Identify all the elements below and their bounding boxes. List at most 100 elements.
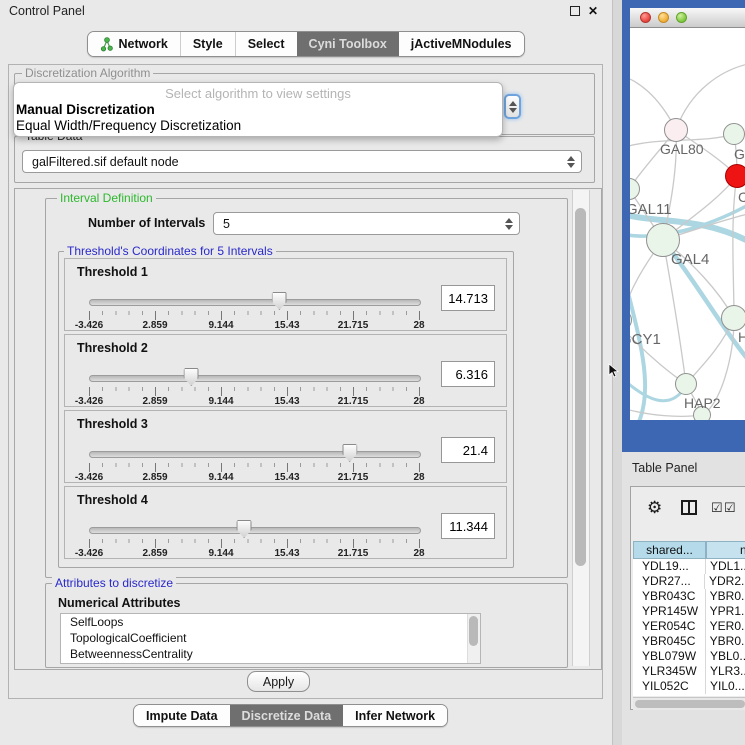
- slider-track[interactable]: [89, 451, 421, 458]
- float-window-icon[interactable]: [570, 6, 580, 16]
- column-header-name[interactable]: na: [706, 541, 745, 559]
- slider-ticks: [89, 387, 419, 396]
- tab-impute-data[interactable]: Impute Data: [134, 705, 230, 726]
- slider-thumb[interactable]: [272, 292, 287, 310]
- close-icon[interactable]: ✕: [588, 5, 598, 17]
- tab-jactivemnodules[interactable]: jActiveMNodules: [399, 32, 524, 56]
- discretization-algorithm-group-title: Discretization Algorithm: [22, 66, 153, 80]
- node-right-mid[interactable]: [721, 305, 745, 331]
- mac-close-button[interactable]: [640, 12, 651, 23]
- attributes-group-title: Attributes to discretize: [52, 576, 176, 590]
- slider-thumb[interactable]: [184, 368, 199, 386]
- tab-network[interactable]: Network: [88, 32, 179, 56]
- gear-icon[interactable]: ⚙: [647, 498, 662, 518]
- threshold-2-value-field[interactable]: [441, 361, 495, 387]
- threshold-2-slider[interactable]: -3.426 2.859 9.144 15.43 21.715 28: [89, 373, 419, 405]
- table-row: YER054CYER0...: [633, 619, 745, 634]
- scrollbar-thumb[interactable]: [469, 616, 478, 646]
- network-icon: [100, 37, 113, 52]
- tab-discretize-data[interactable]: Discretize Data: [230, 705, 344, 726]
- threshold-4-panel: Threshold 4 -3.426 2.859 9.144 15.43 21.…: [64, 486, 507, 559]
- mac-minimize-button[interactable]: [658, 12, 669, 23]
- number-of-intervals-combo[interactable]: 5: [213, 212, 520, 235]
- network-canvas[interactable]: GAL80 G. C GAL11 GAL4 GCY1 H HAP2: [630, 28, 745, 420]
- algorithm-combo-spinner[interactable]: [504, 94, 521, 119]
- scrollbar-thumb[interactable]: [575, 208, 586, 566]
- slider-ticks: [89, 311, 419, 320]
- number-of-intervals-label: Number of Intervals: [88, 216, 205, 230]
- node-label-gal4: GAL4: [671, 251, 709, 268]
- network-window-titlebar: [630, 8, 745, 28]
- tab-style[interactable]: Style: [180, 32, 235, 56]
- table-panel: Table Panel ⚙ ☑ ☑ shared... na YDL19...Y…: [622, 452, 745, 745]
- scrollbar-thumb[interactable]: [635, 700, 745, 708]
- node-label-gal11: GAL11: [630, 201, 672, 218]
- list-item[interactable]: TopologicalCoefficient: [61, 630, 480, 646]
- table-header-row: shared... na: [633, 541, 745, 559]
- settings-vertical-scrollbar[interactable]: [572, 190, 590, 666]
- list-item[interactable]: SelfLoops: [61, 614, 480, 630]
- threshold-3-panel: Threshold 3 -3.426 2.859 9.144 15.43 21.…: [64, 410, 507, 483]
- number-of-intervals-value: 5: [223, 217, 230, 231]
- spinner-up-icon: [509, 101, 517, 106]
- slider-track[interactable]: [89, 299, 421, 306]
- network-view-window: GAL80 G. C GAL11 GAL4 GCY1 H HAP2: [622, 0, 745, 452]
- checkbox-icon[interactable]: ☑: [724, 500, 736, 515]
- table-row: YBL079WYBL0...: [633, 649, 745, 664]
- cyni-bottom-tabs: Impute Data Discretize Data Infer Networ…: [133, 704, 448, 727]
- algorithm-dropdown-popup: Select algorithm to view settings Manual…: [13, 82, 503, 137]
- node-gal80[interactable]: [664, 118, 688, 142]
- tab-infer-network[interactable]: Infer Network: [343, 705, 447, 726]
- list-item[interactable]: BetweennessCentrality: [61, 646, 480, 662]
- node-top-right[interactable]: [723, 123, 745, 145]
- numerical-attributes-list[interactable]: SelfLoops TopologicalCoefficient Between…: [60, 613, 481, 664]
- slider-track[interactable]: [89, 375, 421, 382]
- threshold-1-panel: Threshold 1 -3.426 2.859 9.144 15.43 21.…: [64, 258, 507, 331]
- tab-network-label: Network: [118, 37, 167, 51]
- table-row: YDR27...YDR2...: [633, 574, 745, 589]
- slider-tick-labels: -3.426 2.859 9.144 15.43 21.715 28: [89, 472, 419, 484]
- threshold-3-value-field[interactable]: [441, 437, 495, 463]
- table-horizontal-scrollbar[interactable]: [633, 697, 745, 710]
- table-row: YLR345WYLR3...: [633, 664, 745, 679]
- table-toolbar: ⚙ ☑ ☑: [631, 497, 745, 523]
- node-label-g: G.: [734, 146, 745, 162]
- spinner-down-icon: [509, 108, 517, 113]
- column-split-icon[interactable]: [681, 500, 697, 515]
- table-row: YBR043CYBR0...: [633, 589, 745, 604]
- table-row: YBR045CYBR0...: [633, 634, 745, 649]
- threshold-4-slider[interactable]: -3.426 2.859 9.144 15.43 21.715 28: [89, 525, 419, 557]
- column-header-shared[interactable]: shared...: [633, 541, 706, 559]
- threshold-1-value-field[interactable]: [441, 285, 495, 311]
- slider-track[interactable]: [89, 527, 421, 534]
- node-hap2[interactable]: [675, 373, 697, 395]
- control-panel-tabs: Network Style Select Cyni Toolbox jActiv…: [87, 31, 524, 57]
- threshold-3-slider[interactable]: -3.426 2.859 9.144 15.43 21.715 28: [89, 449, 419, 481]
- checkbox-icon[interactable]: ☑: [711, 500, 723, 515]
- control-panel-title: Control Panel: [9, 4, 85, 18]
- tab-select[interactable]: Select: [235, 32, 297, 56]
- threshold-1-label: Threshold 1: [77, 265, 148, 279]
- tab-cyni-toolbox[interactable]: Cyni Toolbox: [297, 32, 399, 56]
- slider-thumb[interactable]: [237, 520, 252, 538]
- algorithm-option-manual[interactable]: Manual Discretization: [14, 101, 502, 117]
- threshold-4-label: Threshold 4: [77, 493, 148, 507]
- list-vertical-scrollbar[interactable]: [467, 614, 480, 663]
- table-data-combo[interactable]: galFiltered.sif default node: [22, 150, 582, 173]
- threshold-1-slider[interactable]: -3.426 2.859 9.144 15.43 21.715 28: [89, 297, 419, 329]
- spinner-up-icon: [505, 218, 513, 223]
- table-body[interactable]: YDL19...YDL1... YDR27...YDR2... YBR043CY…: [633, 559, 745, 696]
- node-label-h: H: [738, 329, 745, 345]
- slider-tick-labels: -3.426 2.859 9.144 15.43 21.715 28: [89, 548, 419, 560]
- node-red-selected[interactable]: [725, 164, 745, 188]
- node-label-gcy1: GCY1: [630, 331, 661, 348]
- spinner-down-icon: [567, 163, 575, 168]
- threshold-4-value-field[interactable]: [441, 513, 495, 539]
- algorithm-placeholder-option[interactable]: Select algorithm to view settings: [14, 83, 502, 101]
- screen: Control Panel ✕ Network: [0, 0, 745, 745]
- mac-zoom-button[interactable]: [676, 12, 687, 23]
- node-label-gal80: GAL80: [660, 141, 704, 157]
- slider-thumb[interactable]: [342, 444, 357, 462]
- apply-button[interactable]: Apply: [247, 671, 310, 692]
- algorithm-option-equal-width[interactable]: Equal Width/Frequency Discretization: [14, 117, 502, 133]
